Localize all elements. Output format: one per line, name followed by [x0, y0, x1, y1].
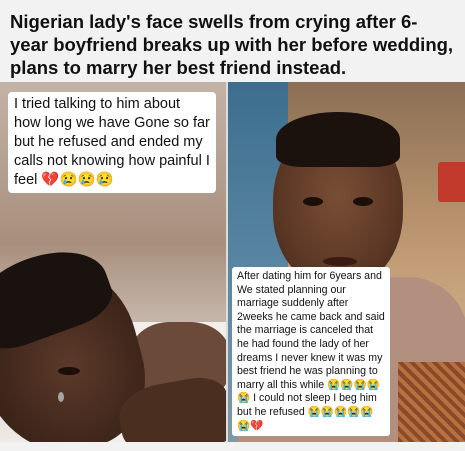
- right-caption: After dating him for 6years and We state…: [232, 267, 390, 437]
- left-caption: I tried talking to him about how long we…: [8, 92, 216, 193]
- post-headline: Nigerian lady's face swells from crying …: [10, 11, 454, 78]
- photo-collage[interactable]: I tried talking to him about how long we…: [0, 82, 465, 442]
